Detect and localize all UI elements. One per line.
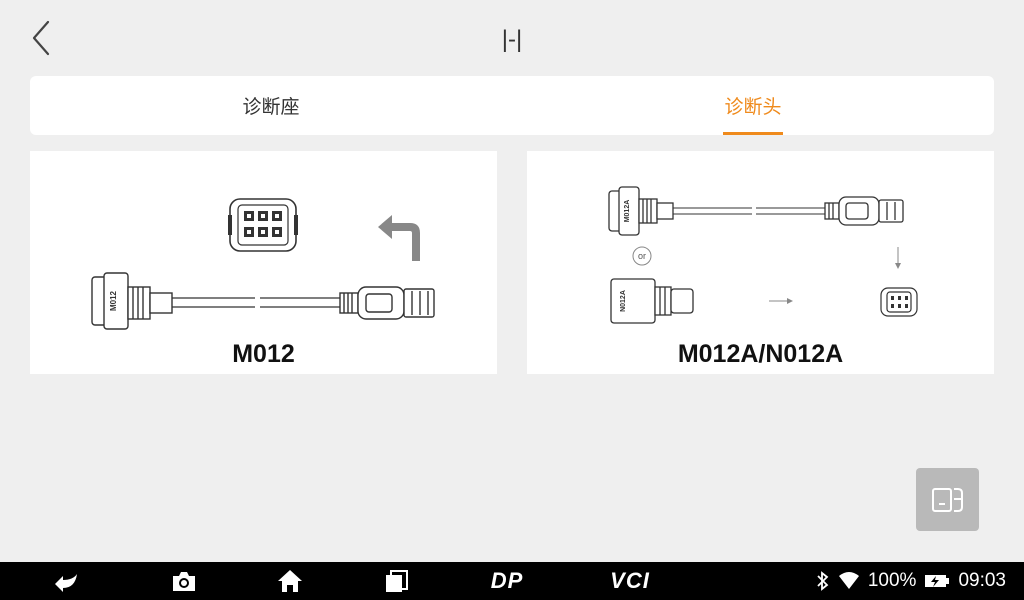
socket-icon <box>880 287 918 317</box>
turn-arrow-icon <box>378 215 420 261</box>
camera-icon <box>173 572 195 591</box>
battery-charging-icon <box>925 575 950 587</box>
battery-percent: 100% <box>867 570 917 591</box>
obd-plug-icon <box>608 186 674 236</box>
or-text: or <box>638 251 646 261</box>
cable-tag: M012 <box>109 290 118 311</box>
page-title: |-| <box>501 26 523 53</box>
bluetooth-icon <box>817 571 829 591</box>
nav-dp-button[interactable]: DP <box>482 562 532 600</box>
tab-diagnostic-connector[interactable]: 诊断头 <box>512 76 994 135</box>
nav-home-button[interactable] <box>274 562 306 600</box>
status-area: 100% 09:03 <box>816 562 1006 600</box>
switch-view-button[interactable] <box>916 468 979 531</box>
recent-apps-icon <box>386 570 408 592</box>
tab-bar: 诊断座 诊断头 <box>30 76 994 135</box>
header: |-| <box>0 0 1024 76</box>
tab-label: 诊断座 <box>242 97 300 118</box>
cable-line <box>172 297 340 308</box>
nav-vci-button[interactable]: VCI <box>604 562 656 600</box>
tab-label: 诊断头 <box>724 97 782 118</box>
socket-icon <box>228 198 298 252</box>
nav-recent-apps-button[interactable] <box>380 562 412 600</box>
vci-label: VCI <box>610 568 650 593</box>
clock: 09:03 <box>958 570 1006 591</box>
home-icon <box>278 570 302 592</box>
back-arrow-icon <box>55 574 77 592</box>
connector-plug-icon <box>339 286 435 320</box>
cable-line <box>673 207 825 215</box>
device-switch-icon <box>931 487 963 512</box>
right-arrow-icon <box>769 298 793 304</box>
cable-name: M012A/N012A <box>677 340 844 368</box>
cable-card-m012[interactable]: M012 M012 <box>30 151 497 374</box>
nav-screenshot-button[interactable] <box>168 562 200 600</box>
cable-tag: M012A <box>624 200 631 223</box>
down-arrow-icon <box>895 247 901 269</box>
cable-tag: N012A <box>620 290 627 312</box>
system-navbar: DP VCI 100% 09:03 <box>0 562 1024 600</box>
dp-label: DP <box>490 568 524 593</box>
nav-back-button[interactable] <box>48 562 84 600</box>
cable-name: M012 <box>232 340 295 368</box>
tab-diagnostic-socket[interactable]: 诊断座 <box>30 76 512 135</box>
cable-card-m012a-n012a[interactable]: M012A or N012A M012A/N012A <box>527 151 994 374</box>
app-root: |-| 诊断座 诊断头 M012 M012 M012A or N012A M01… <box>0 0 1024 600</box>
tab-underline <box>723 132 783 135</box>
connector-plug-icon <box>824 196 904 226</box>
wifi-icon <box>838 572 859 589</box>
obd-plug-icon <box>91 272 173 330</box>
